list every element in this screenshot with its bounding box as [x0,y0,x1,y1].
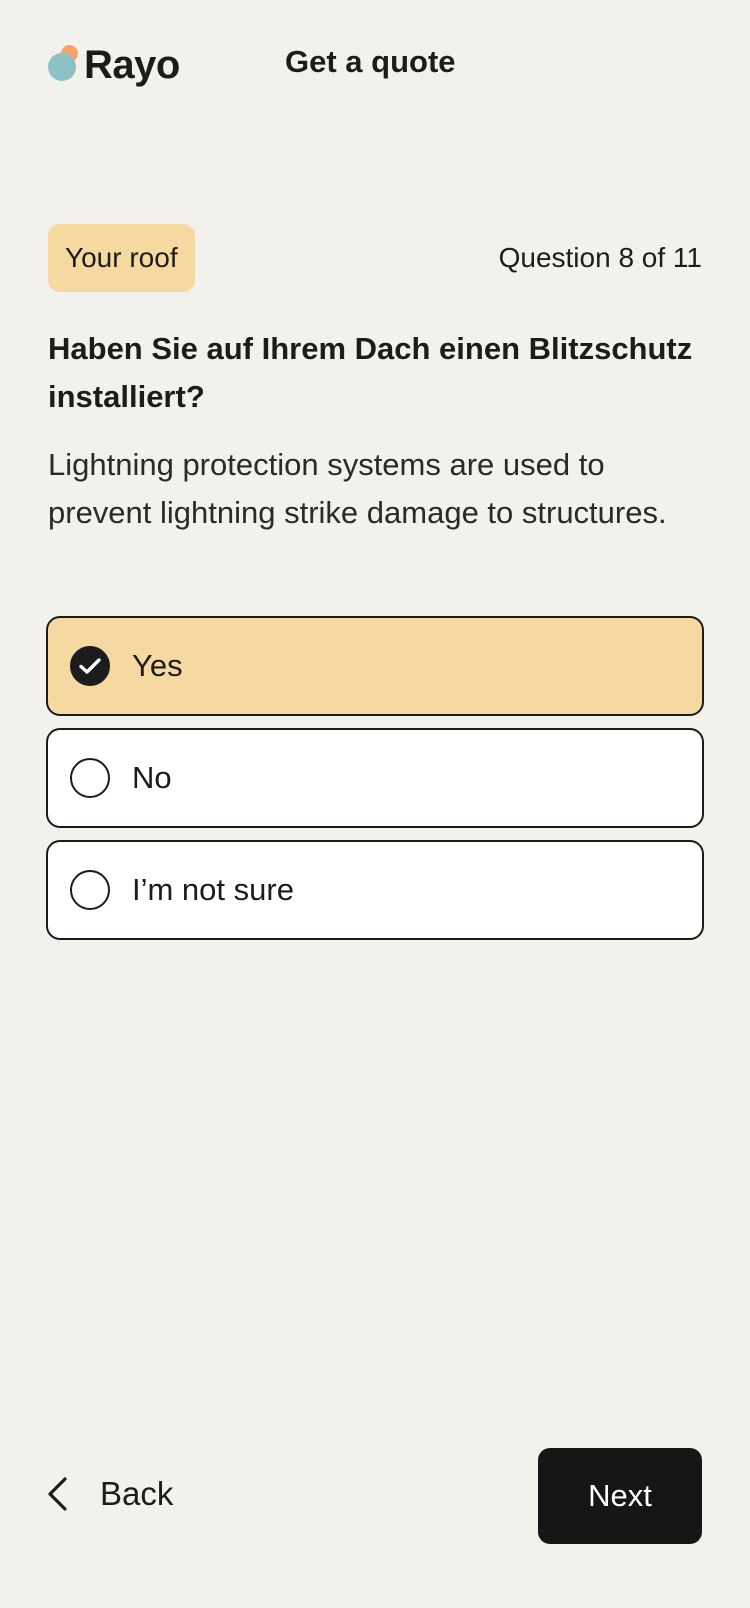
option-label: I’m not sure [132,872,294,907]
logo-dot-teal [48,53,76,81]
option-label: No [132,760,172,795]
page-title: Get a quote [285,44,456,79]
option-label: Yes [132,648,183,683]
footer-nav: Back Next [0,1446,750,1546]
question-progress: Question 8 of 11 [498,242,702,273]
radio-empty-icon [70,758,110,798]
option-not-sure[interactable]: I’m not sure [46,840,704,940]
logo[interactable]: Rayo [48,40,180,90]
question-text: Haben Sie auf Ihrem Dach einen Blitzschu… [48,331,693,414]
answer-options: Yes No I’m not sure [46,616,704,952]
question-description: Lightning protection systems are used to… [48,447,667,530]
rayo-logo-icon [48,45,78,85]
back-label: Back [100,1475,174,1512]
back-button[interactable]: Back [44,1446,173,1542]
check-circle-icon [70,646,110,686]
logo-text: Rayo [84,42,180,87]
option-yes[interactable]: Yes [46,616,704,716]
question-meta: Your roof Question 8 of 11 [48,224,702,292]
radio-empty-icon [70,870,110,910]
section-badge: Your roof [48,224,195,292]
header: Rayo Get a quote [0,0,750,130]
chevron-left-icon [48,1477,67,1511]
next-button[interactable]: Next [538,1448,702,1544]
checkmark-glyph [79,658,101,674]
option-no[interactable]: No [46,728,704,828]
